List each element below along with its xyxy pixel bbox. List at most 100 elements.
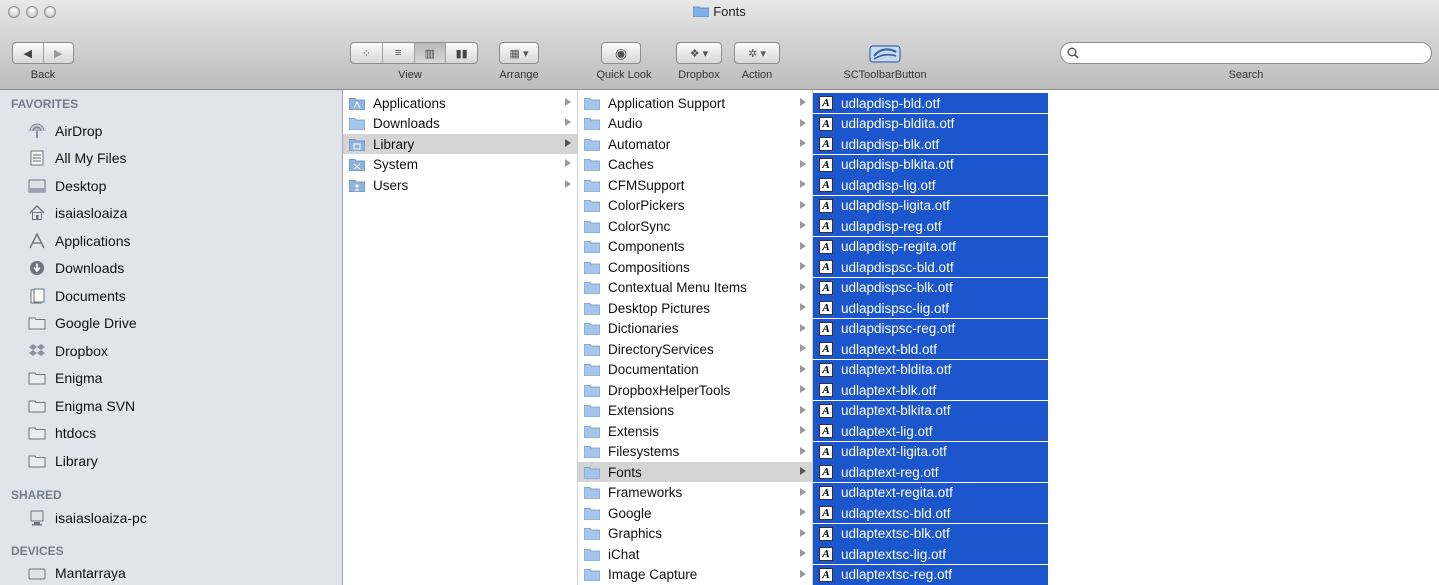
- font-file-icon: A: [819, 444, 833, 459]
- list-item[interactable]: Google: [578, 503, 812, 523]
- font-file-icon: A: [819, 260, 833, 274]
- list-item[interactable]: Audio: [578, 114, 812, 134]
- font-file-item[interactable]: Audlaptextsc-bld.otf: [813, 503, 1048, 523]
- sidebar-item-mantarraya[interactable]: Mantarraya: [28, 561, 126, 585]
- list-item[interactable]: Components: [578, 237, 812, 257]
- sidebar-item-htdocs[interactable]: htdocs: [28, 421, 96, 445]
- sidebar-item-library[interactable]: Library: [28, 449, 98, 473]
- folder-icon: [584, 302, 600, 315]
- font-file-item[interactable]: Audlaptext-bld.otf: [813, 339, 1048, 359]
- list-item[interactable]: DirectoryServices: [578, 339, 812, 359]
- sidebar-item-enigma-svn[interactable]: Enigma SVN: [28, 394, 135, 418]
- list-item[interactable]: Desktop Pictures: [578, 298, 812, 318]
- sidebar-item-applications[interactable]: Applications: [28, 229, 131, 253]
- sidebar-item-label: Dropbox: [55, 343, 108, 359]
- font-file-item[interactable]: Audlaptextsc-blk.otf: [813, 523, 1048, 544]
- list-item[interactable]: ColorPickers: [578, 196, 812, 216]
- list-item[interactable]: Contextual Menu Items: [578, 278, 812, 298]
- font-file-item[interactable]: Audlapdisp-regita.otf: [813, 236, 1048, 257]
- font-file-item[interactable]: Audlapdispsc-blk.otf: [813, 277, 1048, 298]
- list-item-selected[interactable]: Library: [343, 134, 577, 154]
- eye-icon: ◉: [614, 44, 628, 61]
- font-file-item[interactable]: Audlapdisp-blkita.otf: [813, 154, 1048, 175]
- item-label: udlaptextsc-lig.otf: [841, 546, 947, 562]
- list-item[interactable]: Extensions: [578, 401, 812, 421]
- list-item[interactable]: Documentation: [578, 360, 812, 380]
- list-item[interactable]: Compositions: [578, 257, 812, 277]
- list-item[interactable]: Downloads: [343, 113, 577, 133]
- sidebar-item-label: Enigma: [55, 370, 103, 386]
- font-file-item[interactable]: Audlapdisp-bld.otf: [813, 93, 1048, 113]
- list-view-button[interactable]: ≡: [383, 43, 415, 63]
- font-file-item[interactable]: Audlapdispsc-bld.otf: [813, 257, 1048, 277]
- list-item[interactable]: Applications: [343, 93, 577, 113]
- sctoolbar-button[interactable]: [868, 44, 902, 64]
- back-arrow-icon: ◀: [23, 47, 32, 60]
- item-label: udlaptext-reg.otf: [841, 464, 939, 480]
- sidebar-item-home[interactable]: isaiasloaiza: [28, 201, 127, 225]
- list-item[interactable]: Users: [343, 175, 577, 195]
- back-button[interactable]: ◀: [13, 43, 44, 63]
- disclosure-arrow-icon: [565, 139, 571, 147]
- disclosure-arrow-icon: [800, 405, 806, 414]
- quicklook-button[interactable]: ◉: [601, 42, 641, 64]
- font-file-item[interactable]: Audlaptextsc-lig.otf: [813, 544, 1048, 564]
- font-file-item[interactable]: Audlaptext-blkita.otf: [813, 400, 1048, 421]
- font-file-item[interactable]: Audlaptext-bldita.otf: [813, 359, 1048, 380]
- sidebar-item-all-my-files[interactable]: All My Files: [28, 146, 127, 170]
- sidebar-item-google-drive[interactable]: Google Drive: [28, 311, 137, 335]
- font-file-item[interactable]: Audlaptext-regita.otf: [813, 482, 1048, 503]
- list-item[interactable]: System: [343, 154, 577, 174]
- list-item[interactable]: iChat: [578, 544, 812, 564]
- list-item[interactable]: Graphics: [578, 524, 812, 544]
- item-label: udlapdispsc-bld.otf: [841, 259, 954, 275]
- font-file-item[interactable]: Audlaptext-blk.otf: [813, 380, 1048, 400]
- sidebar-item-airdrop[interactable]: AirDrop: [28, 119, 102, 143]
- column-view-button[interactable]: ▥: [414, 43, 447, 63]
- list-item[interactable]: Image Capture: [578, 565, 812, 585]
- list-item[interactable]: ColorSync: [578, 216, 812, 236]
- item-label: Desktop Pictures: [608, 300, 711, 316]
- list-item[interactable]: Automator: [578, 134, 812, 154]
- sidebar-item-enigma[interactable]: Enigma: [28, 366, 102, 390]
- list-item[interactable]: Caches: [578, 155, 812, 175]
- font-file-item[interactable]: Audlaptext-reg.otf: [813, 462, 1048, 482]
- font-file-item[interactable]: Audlapdispsc-reg.otf: [813, 318, 1048, 339]
- list-item[interactable]: Extensis: [578, 421, 812, 441]
- font-file-item[interactable]: Audlaptext-ligita.otf: [813, 441, 1048, 462]
- font-file-item[interactable]: Audlapdisp-ligita.otf: [813, 195, 1048, 216]
- font-file-item[interactable]: Audlapdisp-lig.otf: [813, 175, 1048, 195]
- list-item[interactable]: Dictionaries: [578, 319, 812, 339]
- sidebar-item-label: isaiasloaiza-pc: [55, 510, 147, 526]
- font-file-item[interactable]: Audlaptextsc-reg.otf: [813, 564, 1048, 585]
- list-item[interactable]: Application Support: [578, 93, 812, 113]
- list-item[interactable]: DropboxHelperTools: [578, 380, 812, 400]
- font-file-item[interactable]: Audlapdispsc-lig.otf: [813, 298, 1048, 318]
- search-field[interactable]: [1060, 42, 1432, 64]
- sidebar-item-label: isaiasloaiza: [55, 205, 128, 221]
- font-file-item[interactable]: Audlaptext-lig.otf: [813, 421, 1048, 441]
- action-button[interactable]: ✲ ▾: [734, 42, 780, 64]
- coverflow-view-button[interactable]: ▮▮: [446, 43, 477, 63]
- list-item[interactable]: Frameworks: [578, 483, 812, 503]
- font-file-item[interactable]: Audlapdisp-bldita.otf: [813, 113, 1048, 134]
- item-label: udlapdispsc-blk.otf: [841, 280, 953, 295]
- disclosure-arrow-icon: [800, 98, 806, 106]
- font-file-item[interactable]: Audlapdisp-blk.otf: [813, 134, 1048, 154]
- item-label: Users: [373, 177, 409, 193]
- sidebar-item-isaiasloaiza-pc[interactable]: isaiasloaiza-pc: [28, 506, 147, 530]
- column-view-icon: ▥: [424, 47, 436, 60]
- list-item[interactable]: Filesystems: [578, 442, 812, 462]
- forward-button[interactable]: ▶: [44, 43, 74, 63]
- icon-view-button[interactable]: ⁘: [351, 43, 383, 63]
- list-item[interactable]: CFMSupport: [578, 175, 812, 195]
- sidebar-item-downloads[interactable]: Downloads: [28, 256, 124, 280]
- sidebar-item-dropbox[interactable]: Dropbox: [28, 339, 108, 363]
- dropbox-button[interactable]: ❖ ▾: [676, 42, 722, 64]
- arrange-button[interactable]: ▦ ▾: [499, 42, 539, 64]
- sidebar-item-desktop[interactable]: Desktop: [28, 174, 106, 198]
- list-item-selected[interactable]: Fonts: [578, 462, 812, 482]
- search-input[interactable]: [1083, 45, 1417, 63]
- sidebar-item-documents[interactable]: Documents: [28, 284, 126, 308]
- font-file-item[interactable]: Audlapdisp-reg.otf: [813, 216, 1048, 236]
